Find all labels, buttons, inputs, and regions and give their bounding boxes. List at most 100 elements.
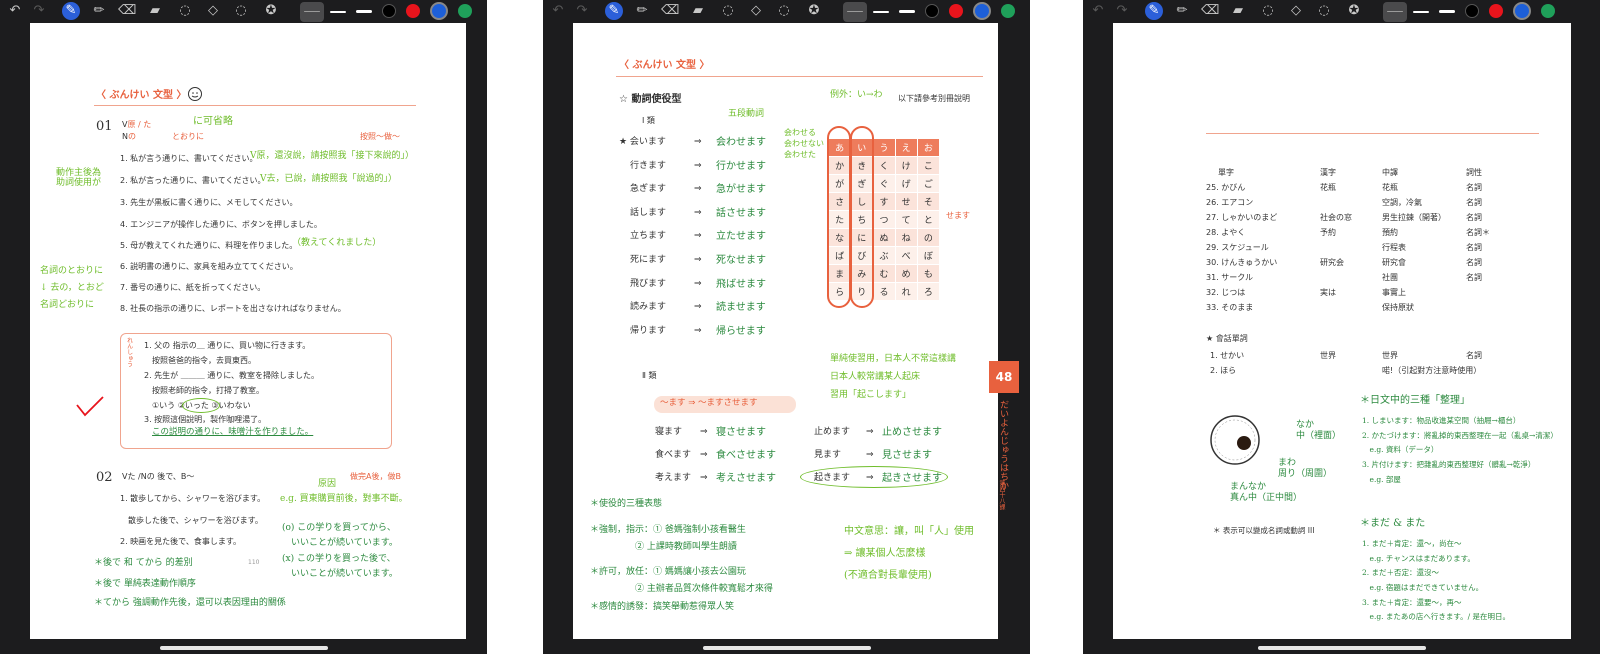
lasso-select-icon[interactable]: ◌ (1315, 2, 1333, 20)
arrow-icon: ⇒ (694, 231, 702, 242)
undo-icon[interactable]: ↶ (6, 2, 24, 20)
stroke-thick-button[interactable] (1435, 2, 1459, 22)
verb-causative: 止めさせます (882, 427, 942, 438)
kana-cell: ぬ (872, 228, 896, 247)
note-example: e.g. 買東購買前後，對事不斷。 (280, 494, 408, 504)
home-indicator[interactable] (159, 646, 328, 650)
color-blue-swatch[interactable] (1515, 4, 1529, 18)
note-exception: 例外：い→わ (830, 90, 883, 100)
color-green-swatch[interactable] (458, 4, 472, 18)
stroke-thick-button[interactable] (352, 2, 376, 22)
color-red-swatch[interactable] (406, 4, 420, 18)
pencil-tool-icon[interactable]: ✏ (633, 2, 651, 20)
lasso-tool-icon[interactable]: ◌ (1259, 2, 1277, 20)
pen-tool-icon[interactable]: ✎ (1145, 2, 1163, 20)
verb-causative: 帰らせます (716, 325, 766, 337)
color-black-swatch[interactable] (382, 4, 396, 18)
verb-dictionary: 止めます (814, 427, 851, 437)
note-usage: 單純使習用，日本人不常這樣講 日本人較常講某人起床 習用「起こします」 (830, 354, 957, 400)
practice-q1-zh: 按照爸爸的指令，去買東西。 (152, 356, 256, 365)
vocab-cell: 32. じつは (1206, 288, 1246, 297)
arrow-icon: ⇒ (694, 160, 702, 171)
practice-q2: 2. 先生が ＿＿＿ 通りに、教室を掃除しました。 (144, 371, 320, 380)
page-number-tab[interactable]: 48 (989, 361, 1019, 393)
color-red-swatch[interactable] (1489, 4, 1503, 18)
kana-cell: く (872, 156, 896, 175)
arrow-icon: ⇒ (694, 278, 702, 289)
kana-cell: う (872, 138, 896, 157)
i-column-oval (850, 126, 874, 308)
form-02: Vた /Nの 後で、B～ (122, 472, 195, 481)
home-indicator[interactable] (1257, 646, 1426, 650)
vocab-cell: 33. そのまま (1206, 303, 1254, 312)
undo-icon[interactable]: ↶ (549, 2, 567, 20)
highlighter-tool-icon[interactable]: ▰ (689, 2, 707, 20)
note-mannaka: まんなか 真ん中（正中間） (1230, 482, 1303, 503)
stroke-medium-button[interactable] (1409, 2, 1433, 22)
sticker-tool-icon[interactable]: ✪ (262, 2, 280, 20)
section-header: 〈 ぶんけい 文型 〉 (619, 60, 710, 71)
color-red-swatch[interactable] (949, 4, 963, 18)
pencil-tool-icon[interactable]: ✏ (90, 2, 108, 20)
undo-icon[interactable]: ↶ (1089, 2, 1107, 20)
stroke-thin-button[interactable] (300, 2, 324, 22)
sticker-tool-icon[interactable]: ✪ (1345, 2, 1363, 20)
stroke-thin-button[interactable] (1383, 2, 1407, 22)
vocab-cell: 予約 (1320, 228, 1336, 237)
color-black-swatch[interactable] (925, 4, 939, 18)
redo-icon[interactable]: ↷ (1113, 2, 1131, 20)
stroke-thick-button[interactable] (895, 2, 919, 22)
kana-cell: ぼ (916, 246, 941, 265)
home-indicator[interactable] (702, 646, 871, 650)
page3-rule (1206, 133, 1539, 134)
lasso-select-icon[interactable]: ◌ (775, 2, 793, 20)
kana-cell: す (872, 192, 896, 211)
color-black-swatch[interactable] (1465, 4, 1479, 18)
form-v: V原 / た (122, 120, 152, 130)
kana-cell: れ (894, 282, 918, 301)
shapes-tool-icon[interactable]: ◇ (1287, 2, 1305, 20)
lasso-tool-icon[interactable]: ◌ (719, 2, 737, 20)
pencil-tool-icon[interactable]: ✏ (1173, 2, 1191, 20)
shapes-tool-icon[interactable]: ◇ (204, 2, 222, 20)
donut-diagram-icon (1210, 415, 1260, 465)
stroke-thin-button[interactable] (843, 2, 867, 22)
pen-tool-icon[interactable]: ✎ (62, 2, 80, 20)
sticker-tool-icon[interactable]: ✪ (805, 2, 823, 20)
color-blue-swatch[interactable] (975, 4, 989, 18)
redo-icon[interactable]: ↷ (30, 2, 48, 20)
lasso-tool-icon[interactable]: ◌ (176, 2, 194, 20)
pen-tool-icon[interactable]: ✎ (605, 2, 623, 20)
note-v-gen: V原，還沒說，請按照我「接下來說的」） (250, 151, 415, 161)
color-green-swatch[interactable] (1001, 4, 1015, 18)
vocab-cell: 29. スケジュール (1206, 243, 1269, 252)
notebook-page-1[interactable]: 〈 ぶんけい 文型 〉 01 V原 / た Nの とおりに 按照～做～ 1. 私… (30, 23, 466, 639)
vocab-cell: 行程表 (1382, 243, 1406, 252)
note-seiri-title: ＊日文中的三種「整理」 (1360, 395, 1470, 406)
form-v-suffix: 原 / た (127, 120, 152, 129)
stroke-medium-button[interactable] (326, 2, 350, 22)
note-meishi: 名詞のとおりに ↓ 去の，とおど 名詞どおりに (40, 266, 104, 311)
eraser-tool-icon[interactable]: ⌫ (661, 2, 679, 20)
shapes-tool-icon[interactable]: ◇ (747, 2, 765, 20)
example-1: 1. 私が言う通りに、書いてください。 (120, 154, 258, 163)
stroke-medium-button[interactable] (869, 2, 893, 22)
screen-left: ↶ ↷ ✎ ✏ ⌫ ▰ ◌ ◇ ◌ ✪ 〈 ぶんけい 文型 〉 01 V原 / … (0, 0, 487, 654)
note-atode: ＊後で 單純表達動作順序 (94, 579, 196, 589)
arrow-icon: ⇒ (694, 184, 702, 195)
group-2-rule: ～ます ⇒ ～ますさせます (660, 398, 758, 408)
vocab-cell: 25. かびん (1206, 183, 1246, 192)
redo-icon[interactable]: ↷ (573, 2, 591, 20)
lasso-select-icon[interactable]: ◌ (232, 2, 250, 20)
highlighter-tool-icon[interactable]: ▰ (1229, 2, 1247, 20)
verb-causative: 立たせます (716, 231, 766, 243)
kana-cell: け (894, 156, 918, 175)
verb-dictionary: 立ちます (630, 231, 667, 242)
eraser-tool-icon[interactable]: ⌫ (1201, 2, 1219, 20)
example-5: 5. 母が教えてくれた通りに、料理を作りました。 (120, 241, 298, 250)
color-blue-swatch[interactable] (432, 4, 446, 18)
eraser-tool-icon[interactable]: ⌫ (118, 2, 136, 20)
color-green-swatch[interactable] (1541, 4, 1555, 18)
vocab-cell: 名詞 (1466, 213, 1482, 222)
highlighter-tool-icon[interactable]: ▰ (146, 2, 164, 20)
